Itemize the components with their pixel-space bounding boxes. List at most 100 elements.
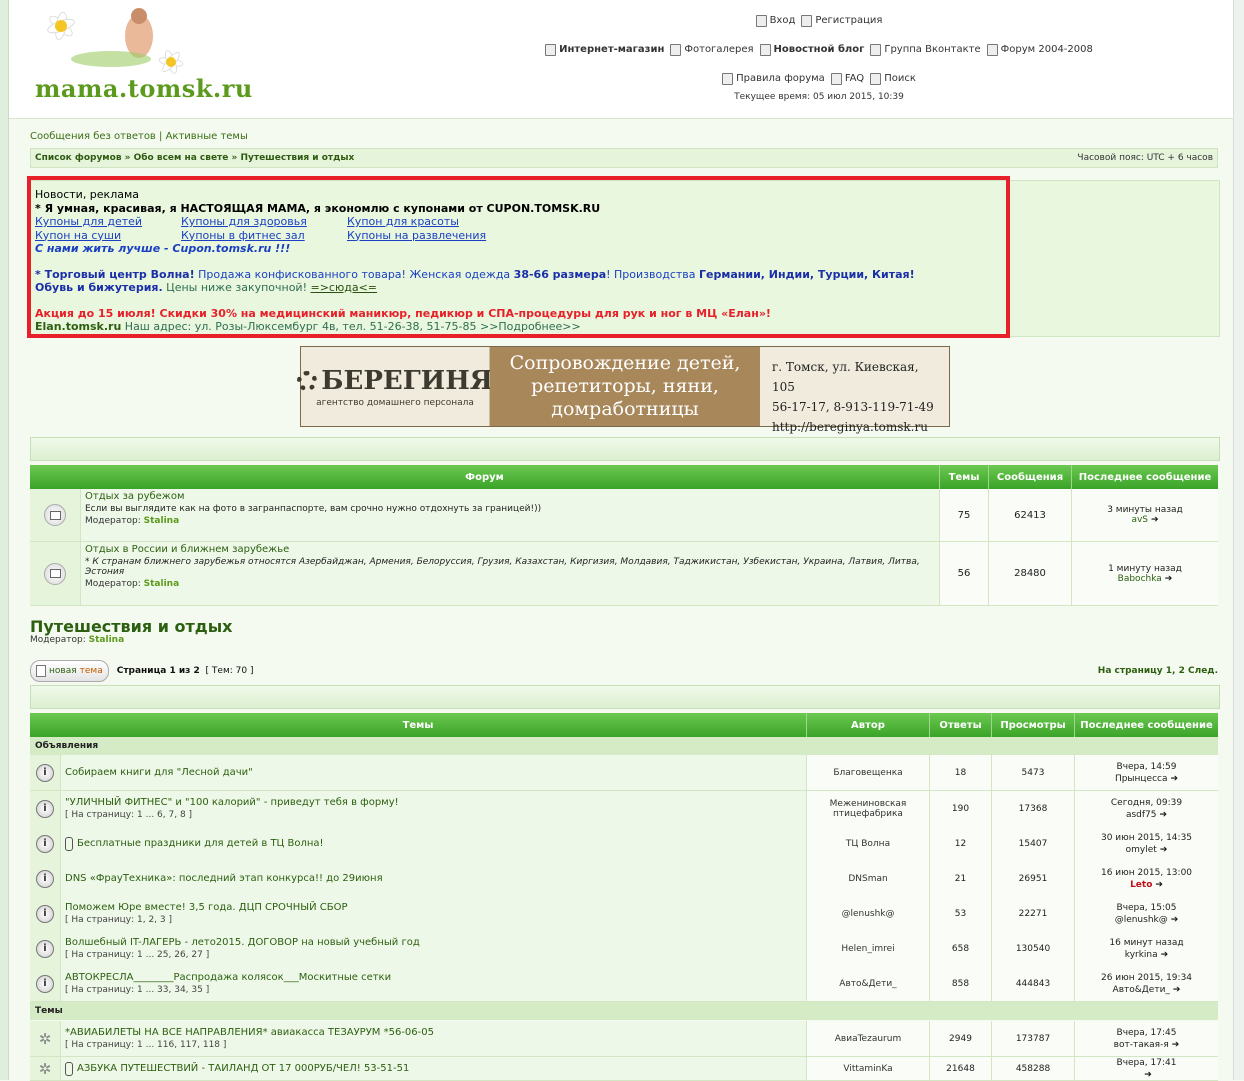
goto-last-post-icon[interactable]: ➔	[1172, 1039, 1180, 1051]
col-topics: Темы	[939, 465, 988, 489]
topic-row[interactable]: ✲ АЗБУКА ПУТЕШЕСТВИЙ - ТАИЛАНД ОТ 17 000Р…	[30, 1057, 1218, 1081]
last-post-user[interactable]: omylet	[1126, 845, 1157, 855]
announcement-row[interactable]: i Поможем Юре вместе! 3,5 года. ДЦП СРОЧН…	[30, 896, 1218, 932]
ad-slogan[interactable]: С нами жить лучше - Cupon.tomsk.ru !!!	[35, 242, 1005, 256]
last-post-user[interactable]: Прынцесса	[1115, 774, 1168, 784]
old-forum-link[interactable]: Форум 2004-2008	[986, 43, 1093, 57]
page-title[interactable]: Путешествия и отдых	[30, 617, 232, 636]
goto-last-post-icon[interactable]: ➔	[1171, 914, 1179, 926]
newsblog-link[interactable]: Новостной блог	[759, 43, 864, 57]
login-link[interactable]: Вход	[755, 14, 795, 28]
ad-cupon-line[interactable]: * Я умная, красивая, я НАСТОЯЩАЯ МАМА, я…	[35, 202, 1005, 216]
last-post-user[interactable]: Авто&Дети_	[1113, 985, 1170, 995]
topic-author[interactable]: АвиаTezaurum	[807, 1021, 930, 1056]
banner-brand-text: БЕРЕГИНЯ	[321, 365, 493, 396]
forum-title[interactable]: Отдых в России и ближнем зарубежье	[85, 544, 935, 555]
last-post-user[interactable]: kyrkina	[1125, 950, 1158, 960]
goto-last-post-icon[interactable]: ➔	[1171, 773, 1179, 785]
announcement-row[interactable]: i АВТОКРЕСЛА________Распродажа колясок___…	[30, 966, 1218, 1002]
page-goto-links[interactable]: На страницу 1, 2 След.	[1098, 666, 1218, 676]
forum-title[interactable]: Отдых за рубежом	[85, 491, 935, 502]
topic-title[interactable]: АВТОКРЕСЛА________Распродажа колясок___М…	[65, 972, 391, 983]
announcement-row[interactable]: i Бесплатные праздники для детей в ТЦ Вол…	[30, 826, 1218, 862]
header-row-help: Правила форума FAQ Поиск	[509, 64, 1129, 93]
topic-pages[interactable]: [ На страницу: 1, 2, 3 ]	[65, 915, 802, 925]
ad-elan-line[interactable]: Elan.tomsk.ru Наш адрес: ул. Розы-Люксем…	[35, 320, 1005, 334]
goto-last-post-icon[interactable]: ➔	[1155, 879, 1163, 891]
topics-top-bar	[30, 685, 1220, 709]
moderator-link[interactable]: Stalina	[144, 579, 180, 589]
topic-last-post: Вчера, 14:59 Прынцесса ➔	[1075, 755, 1218, 790]
topic-author[interactable]: @lenushk@	[807, 896, 930, 931]
topic-author[interactable]: Благовещенка	[807, 755, 930, 790]
topic-title-line: Поможем Юре вместе! 3,5 года. ДЦП СРОЧНЫ…	[65, 902, 802, 913]
forum-topics-count: 56	[940, 542, 989, 605]
coupon-sushi-link[interactable]: Купон на суши	[35, 229, 181, 243]
topic-title[interactable]: DNS «ФрауТехника»: последний этап конкур…	[65, 873, 383, 884]
moderator-link[interactable]: Stalina	[144, 516, 180, 526]
topic-author[interactable]: Helen_imrei	[807, 931, 930, 966]
last-post-user[interactable]: @lenushk@	[1115, 915, 1168, 925]
topic-author[interactable]: VittaminKa	[807, 1057, 930, 1080]
moderator-link[interactable]: Stalina	[89, 635, 125, 645]
goto-last-post-icon[interactable]: ➔	[1160, 809, 1168, 821]
active-topics-link[interactable]: Активные темы	[166, 131, 248, 142]
last-post-user[interactable]: Babochka	[1118, 574, 1162, 584]
goto-last-post-icon[interactable]: ➔	[1161, 949, 1169, 961]
bereginya-banner[interactable]: БЕРЕГИНЯ агентство домашнего персонала С…	[297, 346, 950, 434]
goto-last-post-icon[interactable]: ➔	[1144, 1069, 1152, 1081]
topic-main: Волшебный IT-ЛАГЕРЬ - лето2015. ДОГОВОР …	[61, 931, 807, 966]
last-post-user[interactable]: avS	[1131, 515, 1148, 525]
breadcrumb[interactable]: Список форумов » Обо всем на свете » Пут…	[35, 153, 354, 163]
goto-last-post-icon[interactable]: ➔	[1160, 844, 1168, 856]
topic-author[interactable]: Авто&Дети_	[807, 966, 930, 1001]
ad-volna-link[interactable]: =>сюда<=	[311, 281, 378, 294]
goto-last-post-icon[interactable]: ➔	[1151, 515, 1159, 525]
last-post-user[interactable]: вот-такая-я	[1114, 1040, 1169, 1050]
new-topic-button[interactable]: новая тема	[30, 660, 109, 682]
vk-group-link[interactable]: Группа Вконтакте	[870, 43, 981, 57]
gallery-link[interactable]: Фотогалерея	[670, 43, 754, 57]
topic-pages[interactable]: [ На страницу: 1 ... 6, 7, 8 ]	[65, 810, 802, 820]
topic-author[interactable]: ТЦ Волна	[807, 826, 930, 861]
topic-title[interactable]: "УЛИЧНЫЙ ФИТНЕС" и "100 калорий" - приве…	[65, 797, 399, 808]
topic-pages[interactable]: [ На страницу: 1 ... 25, 26, 27 ]	[65, 950, 802, 960]
rules-link[interactable]: Правила форума	[722, 72, 825, 86]
last-post-user[interactable]: asdf75	[1126, 810, 1157, 820]
goto-last-post-icon[interactable]: ➔	[1165, 574, 1173, 584]
topic-title[interactable]: Бесплатные праздники для детей в ТЦ Волн…	[77, 838, 324, 849]
coupon-fitness-link[interactable]: Купоны в фитнес зал	[181, 229, 347, 243]
ad-promo[interactable]: Акция до 15 июля! Скидки 30% на медицинс…	[35, 307, 1005, 321]
goto-last-post-icon[interactable]: ➔	[1173, 984, 1181, 996]
coupon-beauty-link[interactable]: Купон для красоты	[347, 215, 459, 229]
topic-author[interactable]: DNSman	[807, 861, 930, 896]
search-link[interactable]: Поиск	[870, 72, 916, 86]
topic-pages[interactable]: [ На страницу: 1 ... 116, 117, 118 ]	[65, 1040, 802, 1050]
topic-title[interactable]: Собираем книги для "Лесной дачи"	[65, 767, 253, 778]
topic-title[interactable]: Поможем Юре вместе! 3,5 года. ДЦП СРОЧНЫ…	[65, 902, 348, 913]
forum-row[interactable]: Отдых в России и ближнем зарубежье * К с…	[30, 542, 1218, 606]
forum-row[interactable]: Отдых за рубежом Если вы выглядите как н…	[30, 489, 1218, 542]
site-logo-text[interactable]: mama.tomsk.ru	[35, 74, 253, 103]
faq-link[interactable]: FAQ	[830, 72, 864, 86]
ad-volna-line[interactable]: * Торговый центр Волна! Продажа конфиско…	[35, 268, 1005, 282]
announcement-row[interactable]: i "УЛИЧНЫЙ ФИТНЕС" и "100 калорий" - прив…	[30, 791, 1218, 827]
coupon-health-link[interactable]: Купоны для здоровья	[181, 215, 347, 229]
shop-link[interactable]: Интернет-магазин	[545, 43, 664, 57]
register-link[interactable]: Регистрация	[801, 14, 882, 28]
announcement-row[interactable]: i Собираем книги для "Лесной дачи" Благове…	[30, 755, 1218, 791]
topic-row[interactable]: ✲ *АВИАБИЛЕТЫ НА ВСЕ НАПРАВЛЕНИЯ* авиакас…	[30, 1021, 1218, 1057]
coupon-fun-link[interactable]: Купоны на развлечения	[347, 229, 486, 243]
coupon-kids-link[interactable]: Купоны для детей	[35, 215, 181, 229]
topic-title[interactable]: АЗБУКА ПУТЕШЕСТВИЙ - ТАИЛАНД ОТ 17 000РУ…	[77, 1063, 409, 1074]
topic-pages[interactable]: [ На страницу: 1 ... 33, 34, 35 ]	[65, 985, 802, 995]
topic-author[interactable]: Межениновская птицефабрика	[807, 791, 930, 826]
topic-title[interactable]: Волшебный IT-ЛАГЕРЬ - лето2015. ДОГОВОР …	[65, 937, 420, 948]
last-post-user[interactable]: Leto	[1130, 880, 1152, 890]
announcement-row[interactable]: i Волшебный IT-ЛАГЕРЬ - лето2015. ДОГОВОР…	[30, 931, 1218, 967]
window-scrollbar[interactable]	[1233, 0, 1244, 1080]
unanswered-link[interactable]: Сообщения без ответов	[30, 131, 156, 142]
topic-title[interactable]: *АВИАБИЛЕТЫ НА ВСЕ НАПРАВЛЕНИЯ* авиакасс…	[65, 1027, 434, 1038]
ad-volna-line2[interactable]: Обувь и бижутерия. Цены ниже закупочной!…	[35, 281, 1005, 295]
announcement-row[interactable]: i DNS «ФрауТехника»: последний этап конку…	[30, 861, 1218, 897]
